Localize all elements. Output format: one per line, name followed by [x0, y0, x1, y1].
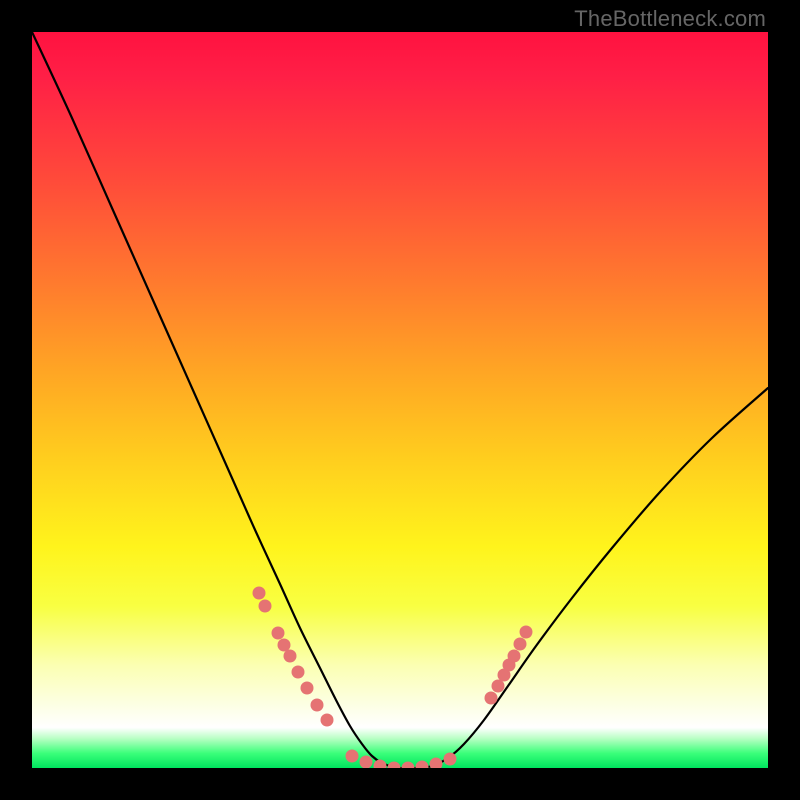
outer-frame: TheBottleneck.com — [0, 0, 800, 800]
marker-dot — [520, 626, 533, 639]
marker-dot — [360, 756, 373, 769]
marker-dot — [259, 600, 272, 613]
plot-area — [32, 32, 768, 768]
marker-dot — [301, 682, 314, 695]
marker-dot — [321, 714, 334, 727]
marker-dot — [346, 750, 359, 763]
marker-dot — [514, 638, 527, 651]
marker-dot — [311, 699, 324, 712]
marker-dot — [444, 753, 457, 766]
marker-dot — [402, 762, 415, 769]
watermark-text: TheBottleneck.com — [574, 6, 766, 32]
marker-dot — [374, 760, 387, 769]
marker-dot — [388, 762, 401, 769]
marker-dot — [284, 650, 297, 663]
bottleneck-curve — [32, 32, 768, 768]
marker-dot — [278, 639, 291, 652]
marker-dot — [508, 650, 521, 663]
marker-dot — [272, 627, 285, 640]
marker-dot — [253, 587, 266, 600]
marker-dot — [430, 758, 443, 769]
marker-dot — [416, 761, 429, 769]
marker-dot — [485, 692, 498, 705]
marker-dot — [292, 666, 305, 679]
chart-svg — [32, 32, 768, 768]
marker-dot — [492, 680, 505, 693]
